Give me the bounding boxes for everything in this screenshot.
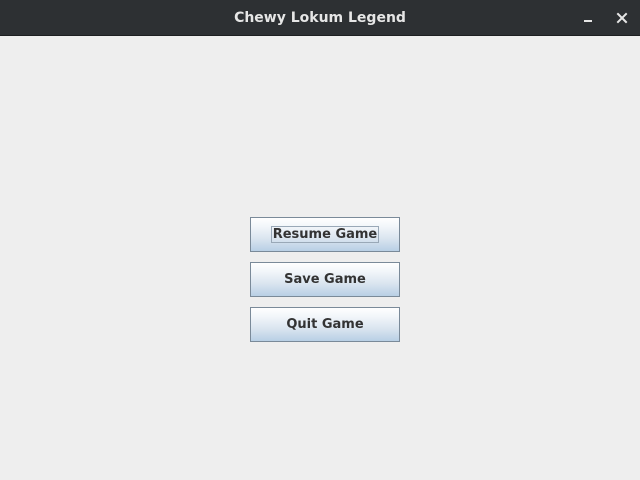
quit-game-label: Quit Game bbox=[286, 317, 364, 332]
close-icon bbox=[616, 12, 628, 24]
minimize-icon bbox=[584, 20, 592, 22]
window-title: Chewy Lokum Legend bbox=[234, 10, 406, 26]
resume-game-button[interactable]: Resume Game bbox=[250, 217, 400, 252]
save-game-label: Save Game bbox=[284, 272, 366, 287]
resume-game-label: Resume Game bbox=[270, 226, 380, 243]
minimize-button[interactable] bbox=[576, 6, 600, 30]
save-game-button[interactable]: Save Game bbox=[250, 262, 400, 297]
menu-panel: Resume Game Save Game Quit Game bbox=[0, 36, 640, 480]
game-window: Chewy Lokum Legend Resume Game Save Game… bbox=[0, 0, 640, 480]
title-bar[interactable]: Chewy Lokum Legend bbox=[0, 0, 640, 36]
close-button[interactable] bbox=[610, 6, 634, 30]
quit-game-button[interactable]: Quit Game bbox=[250, 307, 400, 342]
